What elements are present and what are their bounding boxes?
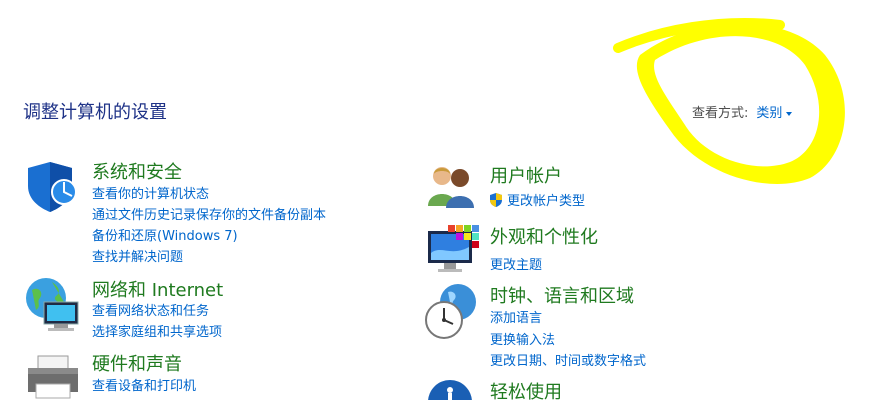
- link-file-history-backup[interactable]: 通过文件历史记录保存你的文件备份副本: [92, 204, 326, 223]
- link-change-account-type-label: 更改帐户类型: [507, 194, 586, 209]
- link-view-network-status[interactable]: 查看网络状态和任务: [92, 300, 209, 319]
- category-heading-appearance[interactable]: 外观和个性化: [490, 223, 598, 249]
- printer-icon: [28, 355, 78, 399]
- view-by-label: 查看方式:: [692, 106, 749, 121]
- clock-globe-icon: [425, 284, 476, 339]
- link-homegroup-sharing[interactable]: 选择家庭组和共享选项: [92, 321, 222, 340]
- link-change-input-method[interactable]: 更换输入法: [490, 329, 555, 348]
- link-add-language[interactable]: 添加语言: [490, 307, 542, 326]
- category-heading-user-accounts[interactable]: 用户帐户: [490, 162, 562, 188]
- category-system-security: 系统和安全 查看你的计算机状态 通过文件历史记录保存你的文件备份副本 备份和还原…: [24, 158, 384, 268]
- chevron-down-icon[interactable]: [786, 111, 793, 116]
- link-change-date-time-format[interactable]: 更改日期、时间或数字格式: [490, 350, 646, 369]
- category-hardware-sound: 硬件和声音 查看设备和打印机: [24, 350, 384, 400]
- view-by: 查看方式: 类别: [692, 102, 793, 121]
- network-globe-icon: [26, 278, 79, 331]
- link-troubleshoot[interactable]: 查找并解决问题: [92, 246, 183, 265]
- shield-icon: [28, 162, 77, 212]
- monitor-colors-icon: [428, 225, 479, 272]
- link-view-computer-status[interactable]: 查看你的计算机状态: [92, 183, 209, 202]
- category-heading-hardware-sound[interactable]: 硬件和声音: [92, 350, 182, 376]
- category-user-accounts: 用户帐户 更改帐户类型: [426, 162, 826, 212]
- page-title: 调整计算机的设置: [23, 102, 167, 123]
- category-heading-system-security[interactable]: 系统和安全: [92, 158, 182, 184]
- users-icon: [428, 167, 474, 208]
- category-heading-clock-region[interactable]: 时钟、语言和区域: [490, 282, 634, 308]
- ease-of-access-icon: [428, 380, 472, 400]
- category-network-internet: 网络和 Internet 查看网络状态和任务 选择家庭组和共享选项: [24, 276, 384, 346]
- link-devices-printers[interactable]: 查看设备和打印机: [92, 375, 196, 394]
- uac-shield-icon: [490, 193, 502, 207]
- category-ease-of-access: 轻松使用: [426, 378, 826, 403]
- link-backup-restore[interactable]: 备份和还原(Windows 7): [92, 225, 238, 244]
- link-change-theme[interactable]: 更改主题: [490, 254, 542, 273]
- view-by-dropdown[interactable]: 类别: [756, 106, 782, 121]
- category-appearance-personalization: 外观和个性化 更改主题: [426, 223, 826, 277]
- category-clock-language-region: 时钟、语言和区域 添加语言 更换输入法 更改日期、时间或数字格式: [424, 282, 824, 369]
- link-change-account-type[interactable]: 更改帐户类型: [488, 190, 585, 209]
- category-heading-network-internet[interactable]: 网络和 Internet: [92, 276, 223, 302]
- category-heading-ease-of-access[interactable]: 轻松使用: [490, 378, 562, 404]
